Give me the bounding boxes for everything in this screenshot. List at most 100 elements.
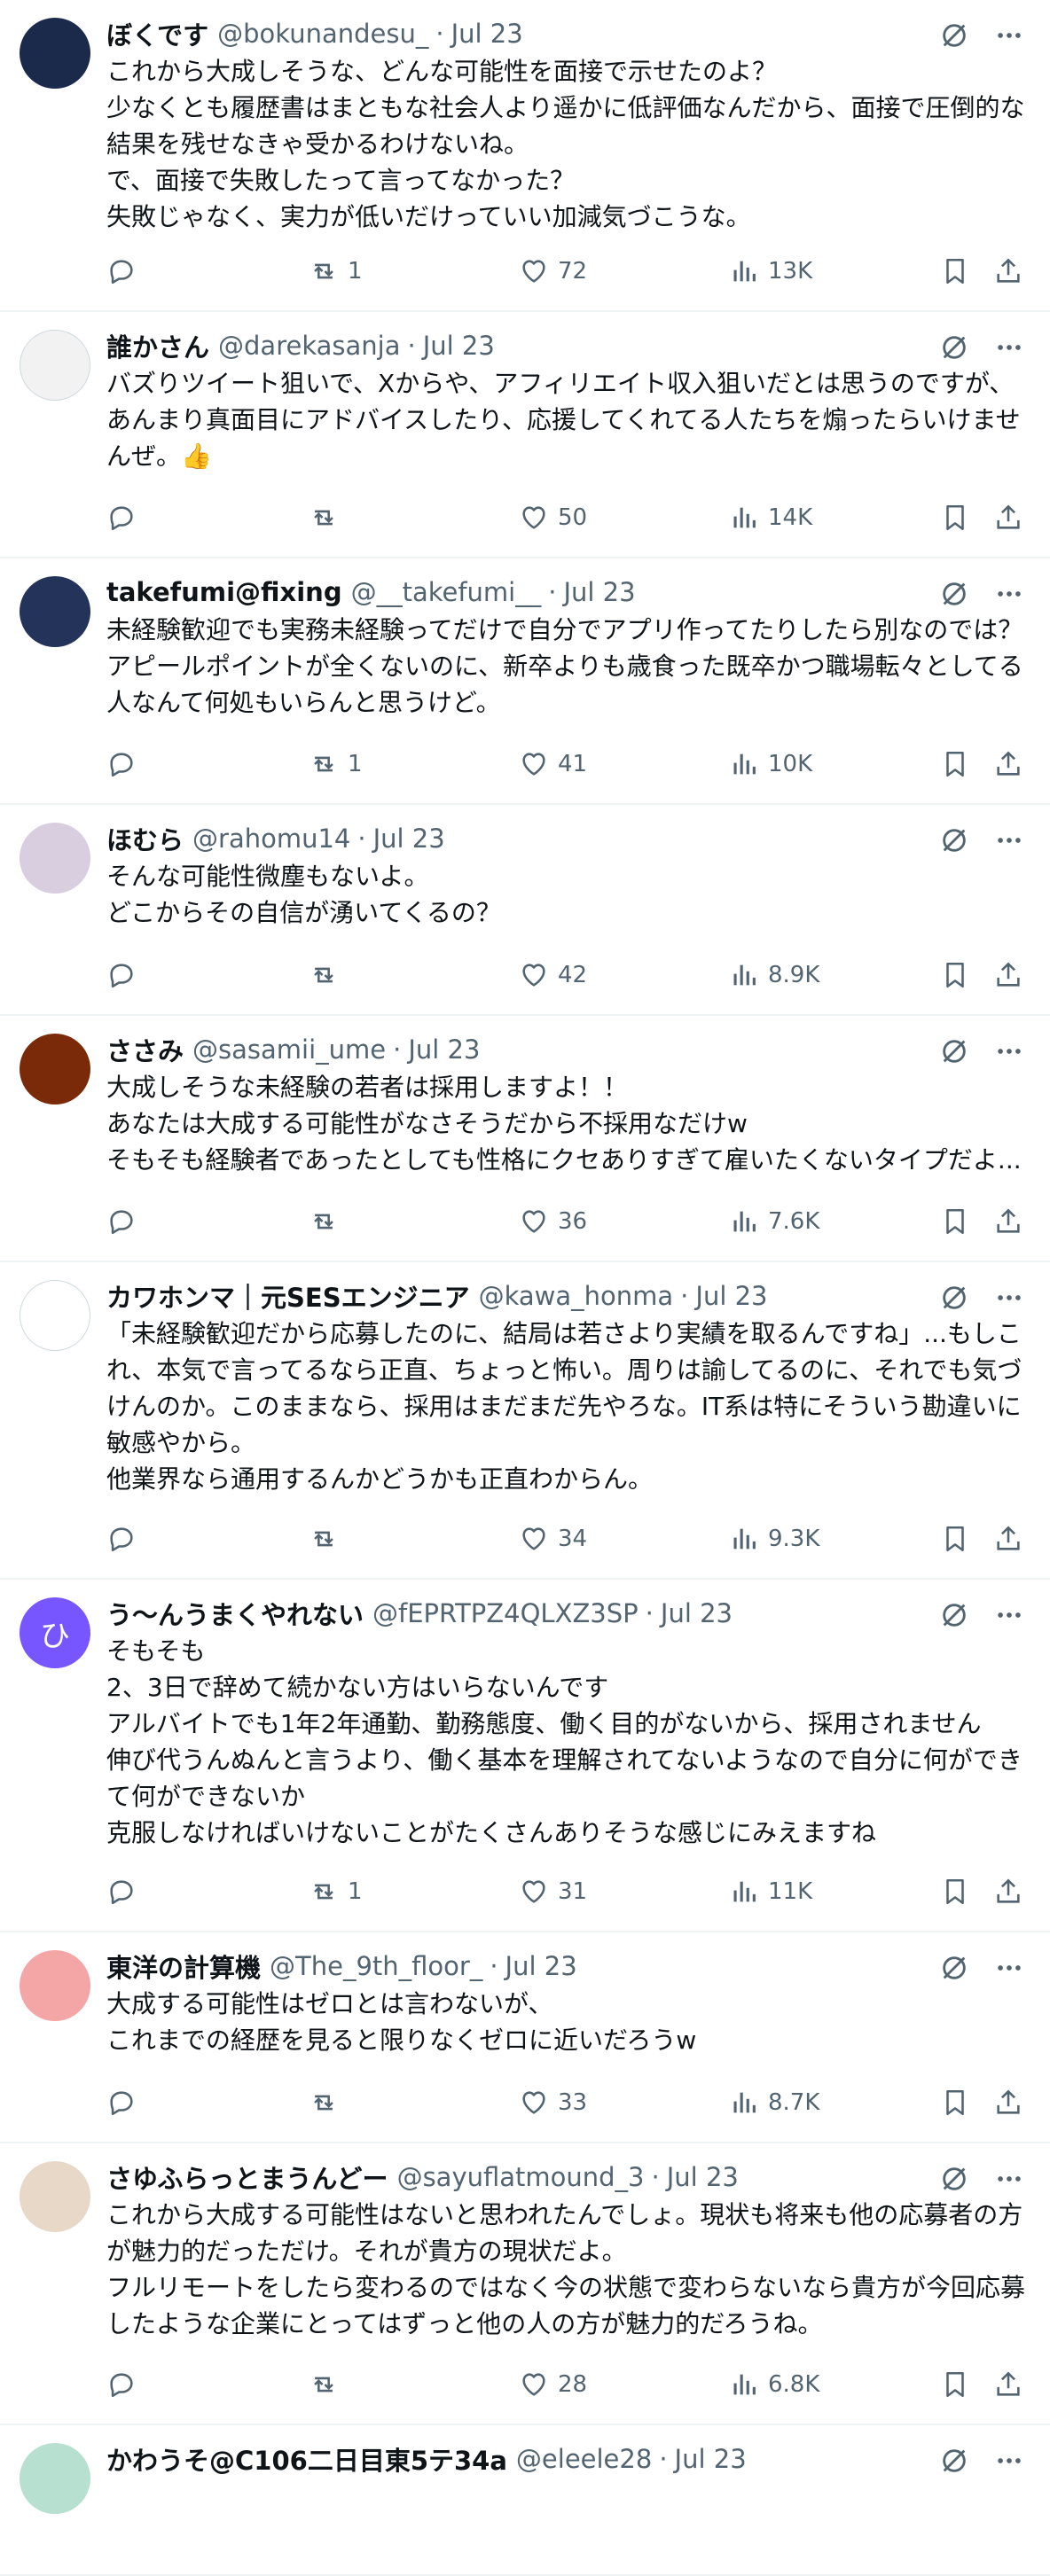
- display-name[interactable]: ほむら: [106, 820, 184, 857]
- like-button[interactable]: 50: [519, 503, 587, 533]
- share-button[interactable]: [993, 1877, 1023, 1907]
- reply-button[interactable]: [106, 503, 137, 533]
- display-name[interactable]: takefumi@fixing: [106, 577, 342, 607]
- reply-button[interactable]: [106, 2088, 137, 2118]
- reply-button[interactable]: [106, 749, 137, 779]
- grok-icon[interactable]: [938, 1952, 970, 1984]
- reply-button[interactable]: [106, 256, 137, 286]
- like-button[interactable]: 34: [519, 1524, 587, 1554]
- share-button[interactable]: [993, 2369, 1023, 2400]
- user-handle[interactable]: @eleele28: [516, 2444, 652, 2474]
- retweet-button[interactable]: [309, 2369, 339, 2400]
- more-options-icon[interactable]: [993, 824, 1025, 856]
- post-date[interactable]: Jul 23: [695, 1281, 767, 1311]
- like-button[interactable]: 42: [519, 960, 587, 990]
- grok-icon[interactable]: [938, 824, 970, 856]
- more-options-icon[interactable]: [993, 2163, 1025, 2195]
- tweet[interactable]: ぼくです @bokunandesu_ · Jul 23 これから大成しそうな、ど…: [0, 0, 1050, 312]
- like-button[interactable]: 31: [519, 1877, 587, 1907]
- avatar[interactable]: [20, 576, 90, 647]
- display-name[interactable]: かわうそ@C106二日目東5テ34a: [106, 2440, 507, 2478]
- views-button[interactable]: 10K: [729, 749, 812, 779]
- user-handle[interactable]: @The_9th_floor_: [270, 1951, 482, 1981]
- display-name[interactable]: 誰かさん: [106, 327, 209, 364]
- tweet[interactable]: 誰かさん @darekasanja · Jul 23 バズりツイート狙いで、Xか…: [0, 312, 1050, 558]
- views-button[interactable]: 11K: [729, 1877, 812, 1907]
- post-date[interactable]: Jul 23: [661, 1598, 733, 1628]
- more-options-icon[interactable]: [993, 332, 1025, 363]
- user-handle[interactable]: @sasamii_ume: [192, 1034, 386, 1065]
- grok-icon[interactable]: [938, 2445, 970, 2477]
- tweet[interactable]: ほむら @rahomu14 · Jul 23 そんな可能性微塵もないよ。 どこから…: [0, 805, 1050, 1016]
- views-button[interactable]: 7.6K: [729, 1206, 819, 1237]
- user-handle[interactable]: @bokunandesu_: [217, 19, 428, 49]
- grok-icon[interactable]: [938, 1599, 970, 1631]
- user-handle[interactable]: @sayuflatmound_3: [397, 2162, 645, 2192]
- retweet-button[interactable]: 1: [309, 1877, 363, 1907]
- bookmark-button[interactable]: [940, 960, 970, 990]
- tweet[interactable]: takefumi@fixing @__takefumi__ · Jul 23 未…: [0, 558, 1050, 805]
- retweet-button[interactable]: [309, 503, 339, 533]
- tweet[interactable]: ささみ @sasamii_ume · Jul 23 大成しそうな未経験の若者は採…: [0, 1016, 1050, 1262]
- bookmark-button[interactable]: [940, 1206, 970, 1237]
- share-button[interactable]: [993, 2088, 1023, 2118]
- bookmark-button[interactable]: [940, 1877, 970, 1907]
- share-button[interactable]: [993, 749, 1023, 779]
- grok-icon[interactable]: [938, 1282, 970, 1314]
- more-options-icon[interactable]: [993, 1282, 1025, 1314]
- display-name[interactable]: う〜んうまくやれない: [106, 1595, 364, 1632]
- avatar[interactable]: ひ: [20, 1597, 90, 1668]
- share-button[interactable]: [993, 503, 1023, 533]
- avatar[interactable]: [20, 18, 90, 89]
- views-button[interactable]: 8.9K: [729, 960, 819, 990]
- like-button[interactable]: 41: [519, 749, 587, 779]
- avatar[interactable]: [20, 2161, 90, 2232]
- avatar[interactable]: [20, 823, 90, 894]
- grok-icon[interactable]: [938, 20, 970, 51]
- reply-button[interactable]: [106, 2369, 137, 2400]
- avatar[interactable]: [20, 330, 90, 401]
- tweet[interactable]: さゆふらっとまうんどー @sayuflatmound_3 · Jul 23 これ…: [0, 2143, 1050, 2425]
- more-options-icon[interactable]: [993, 20, 1025, 51]
- like-button[interactable]: 33: [519, 2088, 587, 2118]
- grok-icon[interactable]: [938, 578, 970, 610]
- views-button[interactable]: 6.8K: [729, 2369, 819, 2400]
- tweet[interactable]: ひ う〜んうまくやれない @fEPRTPZ4QLXZ3SP · Jul 23 そ…: [0, 1580, 1050, 1932]
- display-name[interactable]: ぼくです: [106, 15, 208, 52]
- reply-button[interactable]: [106, 960, 137, 990]
- retweet-button[interactable]: 1: [309, 256, 363, 286]
- user-handle[interactable]: @__takefumi__: [351, 577, 542, 607]
- more-options-icon[interactable]: [993, 578, 1025, 610]
- reply-button[interactable]: [106, 1206, 137, 1237]
- avatar[interactable]: [20, 1950, 90, 2021]
- share-button[interactable]: [993, 1206, 1023, 1237]
- post-date[interactable]: Jul 23: [505, 1951, 577, 1981]
- post-date[interactable]: Jul 23: [451, 19, 523, 49]
- display-name[interactable]: カワホンマ｜元SESエンジニア: [106, 1277, 470, 1315]
- bookmark-button[interactable]: [940, 2088, 970, 2118]
- post-date[interactable]: Jul 23: [563, 577, 635, 607]
- grok-icon[interactable]: [938, 2163, 970, 2195]
- user-handle[interactable]: @fEPRTPZ4QLXZ3SP: [372, 1598, 639, 1628]
- user-handle[interactable]: @darekasanja: [218, 331, 400, 361]
- retweet-button[interactable]: [309, 2088, 339, 2118]
- avatar[interactable]: [20, 1034, 90, 1105]
- post-date[interactable]: Jul 23: [373, 824, 445, 854]
- more-options-icon[interactable]: [993, 1952, 1025, 1984]
- bookmark-button[interactable]: [940, 503, 970, 533]
- avatar[interactable]: [20, 2443, 90, 2514]
- grok-icon[interactable]: [938, 1035, 970, 1067]
- tweet[interactable]: かわうそ@C106二日目東5テ34a @eleele28 · Jul 23: [0, 2425, 1050, 2576]
- bookmark-button[interactable]: [940, 1524, 970, 1554]
- tweet[interactable]: 東洋の計算機 @The_9th_floor_ · Jul 23 大成する可能性は…: [0, 1932, 1050, 2143]
- tweet[interactable]: カワホンマ｜元SESエンジニア @kawa_honma · Jul 23 「未経…: [0, 1262, 1050, 1580]
- reply-button[interactable]: [106, 1524, 137, 1554]
- like-button[interactable]: 28: [519, 2369, 587, 2400]
- avatar[interactable]: [20, 1280, 90, 1351]
- display-name[interactable]: ささみ: [106, 1031, 184, 1068]
- post-date[interactable]: Jul 23: [408, 1034, 480, 1065]
- views-button[interactable]: 14K: [729, 503, 812, 533]
- display-name[interactable]: さゆふらっとまうんどー: [106, 2158, 388, 2196]
- views-button[interactable]: 8.7K: [729, 2088, 819, 2118]
- views-button[interactable]: 9.3K: [729, 1524, 819, 1554]
